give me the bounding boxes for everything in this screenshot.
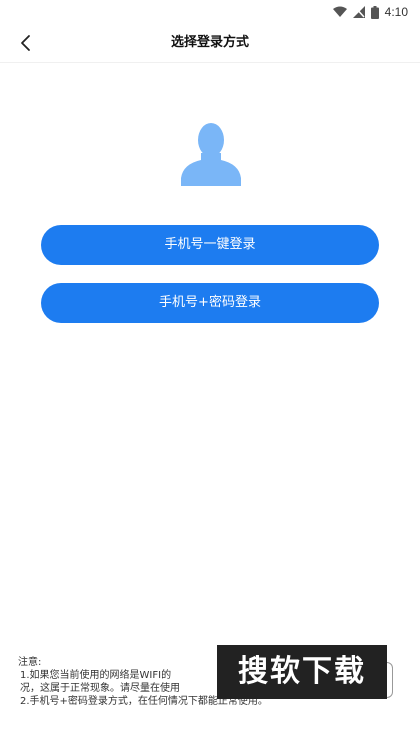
page-title: 选择登录方式 bbox=[170, 35, 249, 50]
watermark-logo: 搜软下载 bbox=[217, 645, 387, 699]
status-bar: 4:10 bbox=[0, 0, 420, 24]
status-time: 4:10 bbox=[384, 5, 408, 19]
user-avatar-icon bbox=[181, 123, 241, 186]
back-button[interactable] bbox=[10, 28, 40, 58]
status-icons: 4:10 bbox=[332, 4, 408, 20]
chevron-left-icon bbox=[21, 35, 30, 51]
nav-bar: 选择登录方式 bbox=[0, 24, 420, 63]
one-key-login-button[interactable]: 手机号一键登录 bbox=[41, 225, 379, 265]
wifi-icon bbox=[332, 6, 347, 17]
battery-icon bbox=[370, 5, 379, 19]
password-login-button[interactable]: 手机号+密码登录 bbox=[41, 283, 379, 323]
signal-icon bbox=[352, 6, 365, 18]
